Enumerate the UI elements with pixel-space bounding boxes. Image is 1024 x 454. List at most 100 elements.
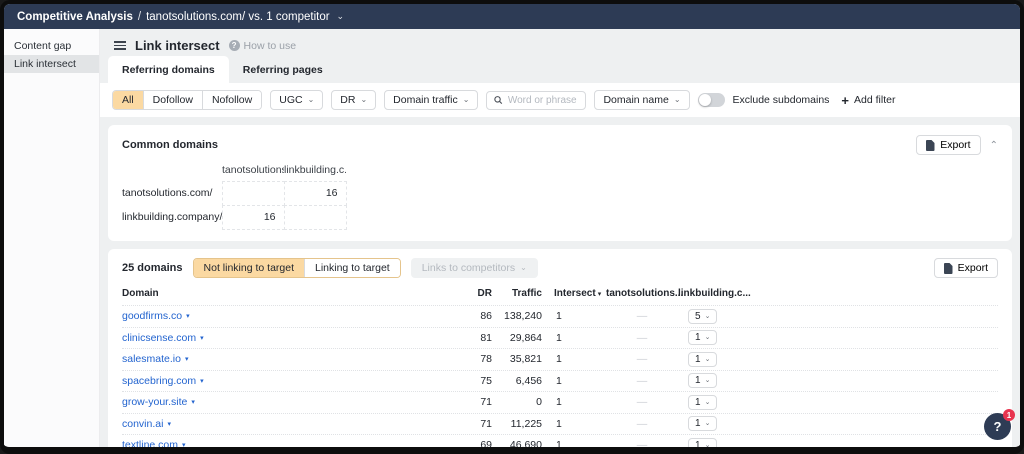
chevron-down-icon[interactable]: ⌄ [337, 11, 345, 22]
chevron-down-icon: ▾ [191, 399, 195, 407]
column-header-competitor[interactable]: linkbuilding.c... [678, 288, 766, 299]
competitor-links-select[interactable]: 1 ⌄ [688, 437, 718, 447]
menu-hamburger-icon[interactable] [114, 41, 126, 50]
table-row: salesmate.io ▾ 78 35,821 1 — 1 ⌄ [122, 348, 998, 370]
dr-value: 69 [480, 439, 492, 447]
dr-value: 78 [480, 353, 492, 366]
competitor-links-select[interactable]: 1 ⌄ [688, 373, 718, 389]
matrix-row-label: linkbuilding.company/ [122, 211, 223, 223]
competitor-links-cell: 5 ⌄ [678, 308, 766, 324]
breadcrumb-comparison[interactable]: tanotsolutions.com/ vs. 1 competitor [146, 11, 329, 23]
export-button[interactable]: Export [933, 258, 998, 278]
help-button[interactable]: ? 1 [984, 409, 1015, 440]
filter-dofollow-button[interactable]: Dofollow [142, 91, 202, 109]
file-export-icon [943, 262, 953, 274]
dr-value: 71 [480, 417, 492, 430]
chevron-down-icon: ⌄ [704, 420, 711, 428]
domain-link[interactable]: spacebring.com ▾ [122, 375, 452, 387]
table-row: goodfirms.co ▾ 86 138,240 1 — 5 ⌄ [122, 305, 998, 327]
dr-dropdown[interactable]: DR ⌄ [331, 90, 377, 110]
filter-all-button[interactable]: All [113, 91, 143, 109]
intersect-value: 1 [556, 331, 562, 344]
table-row: grow-your.site ▾ 71 0 1 — 1 ⌄ [122, 391, 998, 413]
intersect-value: 1 [556, 439, 562, 447]
column-header-target[interactable]: tanotsolutions... [606, 288, 683, 299]
add-filter-button[interactable]: + Add filter [841, 94, 895, 107]
domain-link[interactable]: convin.ai ▾ [122, 418, 452, 430]
chevron-down-icon: ⌄ [462, 95, 470, 104]
table-header-row: Domain DR Traffic Intersect ▾ tanotsoluti… [122, 285, 998, 305]
intersect-value: 1 [556, 310, 562, 323]
chevron-down-icon: ⌄ [360, 95, 368, 104]
chevron-down-icon: ⌄ [673, 95, 681, 104]
target-links-value: — [636, 439, 648, 447]
export-button[interactable]: Export [916, 135, 981, 155]
domain-link[interactable]: salesmate.io ▾ [122, 353, 452, 365]
search-mode-label: Domain name [603, 94, 669, 106]
matrix-cell[interactable]: 16 [283, 180, 347, 206]
help-circle-icon: ? [228, 40, 240, 51]
file-export-icon [926, 139, 935, 151]
competitor-links-cell: 1 ⌄ [678, 373, 766, 389]
column-header-traffic[interactable]: Traffic [492, 288, 542, 299]
tab-referring-domains[interactable]: Referring domains [108, 56, 229, 83]
sidebar-item-link-intersect[interactable]: Link intersect [4, 55, 99, 73]
not-linking-to-target-button[interactable]: Not linking to target [193, 259, 304, 277]
competitor-links-select[interactable]: 1 ⌄ [688, 330, 718, 346]
competitor-links-select[interactable]: 1 ⌄ [688, 351, 718, 367]
target-links-value: — [636, 396, 648, 409]
domain-traffic-dropdown[interactable]: Domain traffic ⌄ [384, 90, 479, 110]
search-mode-dropdown[interactable]: Domain name ⌄ [594, 90, 690, 110]
ugc-dropdown[interactable]: UGC ⌄ [270, 90, 324, 110]
chevron-down-icon: ▾ [200, 334, 204, 342]
add-filter-label: Add filter [854, 94, 896, 106]
competitor-links-select[interactable]: 5 ⌄ [688, 308, 718, 324]
chevron-down-icon: ⌄ [307, 95, 315, 104]
dr-value: 86 [480, 310, 492, 323]
column-header-intersect[interactable]: Intersect ▾ [542, 288, 606, 299]
filter-nofollow-button[interactable]: Nofollow [201, 91, 262, 109]
table-row: clinicsense.com ▾ 81 29,864 1 — 1 ⌄ [122, 326, 998, 349]
domains-count: 25 domains [122, 262, 183, 274]
chevron-down-icon: ▾ [186, 313, 190, 321]
matrix-cell [283, 204, 347, 230]
traffic-value: 11,225 [510, 417, 542, 430]
domain-link[interactable]: clinicsense.com ▾ [122, 332, 452, 344]
sidebar-item-label: Content gap [14, 40, 72, 52]
chevron-down-icon: ⌄ [704, 441, 711, 447]
competitor-links-select[interactable]: 1 ⌄ [688, 416, 718, 432]
target-links-value: — [636, 310, 648, 323]
column-header-dr[interactable]: DR [452, 288, 492, 299]
breadcrumb-app-section[interactable]: Competitive Analysis [17, 11, 133, 23]
collapse-chevron-up-icon[interactable]: ⌃ [990, 140, 998, 151]
target-links-value: — [636, 353, 648, 366]
links-to-competitors-label: Links to competitors [421, 262, 516, 274]
chevron-down-icon: ⌄ [704, 377, 711, 385]
competitor-links-cell: 1 ⌄ [678, 351, 766, 367]
keyword-search-field[interactable] [486, 90, 587, 110]
traffic-value: 138,240 [504, 310, 542, 323]
column-header-domain[interactable]: Domain [122, 288, 452, 299]
how-to-use-link[interactable]: ? How to use [228, 39, 297, 52]
intersect-value: 1 [556, 417, 562, 430]
how-to-use-label: How to use [243, 39, 297, 52]
exclude-subdomains-toggle[interactable] [697, 93, 725, 107]
traffic-value: 0 [536, 396, 542, 409]
domain-link[interactable]: grow-your.site ▾ [122, 396, 452, 408]
competitor-links-select[interactable]: 1 ⌄ [688, 394, 718, 410]
links-to-competitors-dropdown: Links to competitors ⌄ [410, 258, 538, 278]
domain-link[interactable]: textline.com ▾ [122, 439, 452, 447]
competitor-links-cell: 1 ⌄ [678, 416, 766, 432]
table-row: convin.ai ▾ 71 11,225 1 — 1 ⌄ [122, 412, 998, 435]
intersect-value: 1 [556, 353, 562, 366]
domain-link[interactable]: goodfirms.co ▾ [122, 310, 452, 322]
sidebar-item-content-gap[interactable]: Content gap [4, 37, 99, 55]
matrix-cell[interactable]: 16 [221, 204, 285, 230]
chevron-down-icon: ⌄ [520, 263, 527, 272]
common-domains-title: Common domains [122, 139, 218, 151]
search-input[interactable] [507, 94, 579, 106]
export-label: Export [957, 262, 988, 274]
linking-to-target-button[interactable]: Linking to target [304, 259, 400, 277]
tab-referring-pages[interactable]: Referring pages [229, 56, 337, 83]
report-tabs: Referring domains Referring pages [108, 56, 1020, 83]
